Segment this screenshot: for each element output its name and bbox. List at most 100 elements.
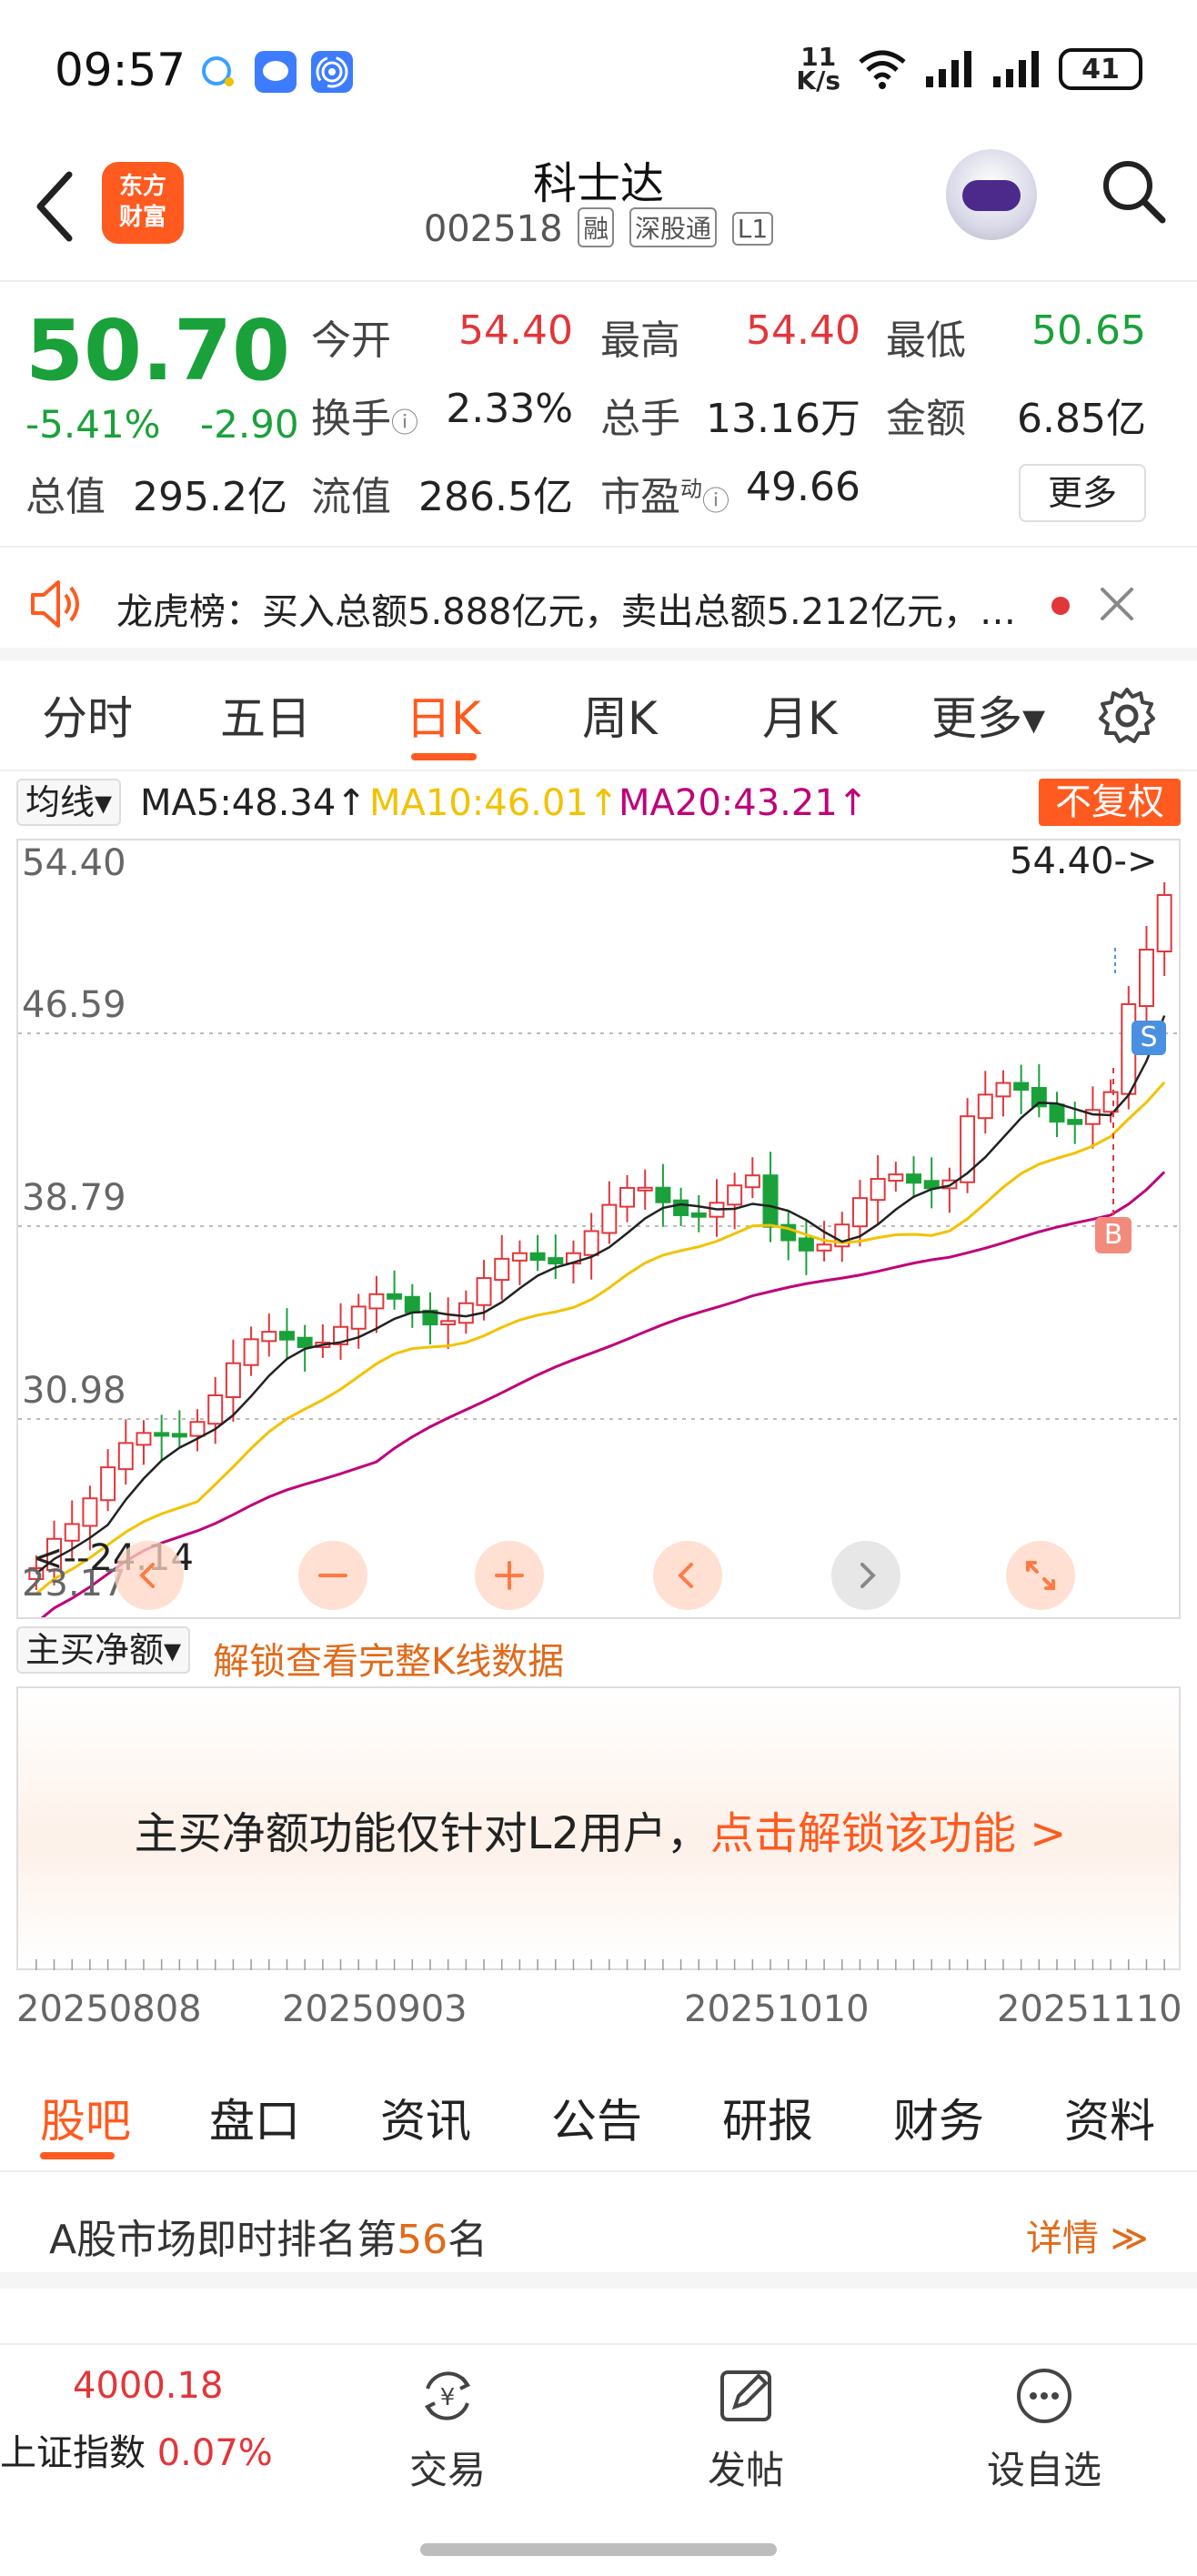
candle-body [1138, 949, 1154, 1007]
assistant-avatar[interactable] [946, 149, 1037, 240]
unlock-kline-link[interactable]: 解锁查看完整K线数据 [213, 1632, 564, 1685]
home-indicator[interactable] [420, 2543, 777, 2556]
tab-intraday[interactable]: 分时 [42, 682, 133, 748]
candle-body [243, 1338, 259, 1366]
y-label-top: 54.40 [22, 842, 126, 884]
price-change: -5.41% -2.90 [25, 402, 327, 447]
stock-code: 002518 [423, 208, 563, 250]
candle-body [458, 1302, 474, 1324]
tab-daily-k[interactable]: 日K [406, 682, 481, 748]
signal-icon [926, 51, 971, 87]
fullscreen-button[interactable] [1006, 1541, 1075, 1610]
candle-body [870, 1178, 886, 1202]
candle-body [387, 1293, 403, 1300]
tab-orderbook[interactable]: 盘口 [209, 2085, 300, 2150]
high-price-marker: 54.40-> [1010, 840, 1158, 882]
tab-financials[interactable]: 财务 [893, 2085, 984, 2150]
kline-chart[interactable]: 54.40 46.59 38.79 30.98 23.17 54.40-> <-… [16, 839, 1181, 1619]
candle-body [350, 1305, 367, 1330]
chat-app-icon [198, 51, 240, 93]
y-label-3: 38.79 [22, 1177, 126, 1219]
zoom-out-button[interactable] [298, 1541, 367, 1610]
price-adjust-button[interactable]: 不复权 [1039, 779, 1181, 826]
candle-body [100, 1466, 116, 1502]
yuan-exchange-icon: ¥ [424, 2371, 471, 2420]
candle-body [1156, 894, 1172, 952]
tab-announcements[interactable]: 公告 [551, 2085, 642, 2150]
candle-body [171, 1433, 187, 1438]
buy-marker[interactable]: B [1095, 1217, 1132, 1253]
float-cap-value: 286.5亿 [418, 474, 573, 520]
rank-detail-link[interactable]: 详情 ≫ [1026, 2209, 1149, 2261]
nav-add-watchlist[interactable]: 设自选 [962, 2363, 1126, 2495]
amount-label: 金额 [886, 396, 966, 442]
tab-weekly-k[interactable]: 周K [582, 682, 658, 748]
scroll-left-far-button[interactable] [115, 1541, 184, 1610]
close-icon[interactable] [1095, 582, 1139, 626]
tag-margin: 融 [578, 207, 615, 247]
message-app-icon [255, 51, 297, 93]
nav-trade[interactable]: ¥ 交易 [366, 2363, 529, 2495]
battery-icon: 41 [1059, 48, 1142, 90]
market-cap-label: 总值 [25, 474, 106, 520]
stock-header: 东方 财富 科士达 002518 融 深股通 L1 [0, 136, 1197, 282]
search-icon[interactable] [1097, 155, 1170, 227]
candle-body [548, 1257, 564, 1265]
tab-research[interactable]: 研报 [722, 2085, 813, 2150]
high-label: 最高 [600, 317, 680, 364]
candle-body [494, 1257, 510, 1282]
market-rank-row[interactable]: A股市场即时排名第56名 详情 ≫ [0, 2174, 1197, 2289]
more-quote-button[interactable]: 更多 [1019, 464, 1146, 522]
nav-post[interactable]: 发帖 [664, 2363, 828, 2495]
y-label-4: 30.98 [22, 1370, 126, 1412]
candle-body [154, 1432, 170, 1437]
market-cap-value: 295.2亿 [133, 474, 287, 520]
pe-label: 市盈动ⓘ [600, 474, 729, 520]
candle-body [690, 1212, 707, 1218]
candle-body [1067, 1119, 1083, 1125]
scroll-right-button[interactable] [831, 1541, 900, 1610]
scroll-left-button[interactable] [653, 1541, 722, 1610]
speaker-icon [31, 580, 79, 628]
candle-body [798, 1237, 814, 1252]
period-tabs: 分时 五日 日K 周K 月K 更多▾ [0, 662, 1197, 771]
edit-post-icon [720, 2370, 771, 2421]
volume-value: 13.16万 [706, 396, 860, 442]
tab-more[interactable]: 更多▾ [931, 682, 1045, 748]
change-percent: -5.41% [25, 402, 161, 447]
candle-body [82, 1497, 98, 1527]
date-label: 20250808 [16, 1988, 202, 2030]
volume-label: 总手 [600, 396, 680, 442]
bottom-nav: 4000.18 上证指数 0.07% ¥ 交易 发帖 设自选 [0, 2343, 1197, 2576]
tab-profile[interactable]: 资料 [1064, 2085, 1155, 2150]
main-buy-select[interactable]: 主买净额▾ [16, 1626, 191, 1674]
candle-body [404, 1295, 420, 1313]
tab-guba[interactable]: 股吧 [40, 2085, 131, 2150]
unlock-feature-link[interactable]: 点击解锁该功能 > [710, 1808, 1066, 1859]
main-buy-panel: 主买净额功能仅针对L2用户，点击解锁该功能 > [16, 1686, 1181, 1970]
dragon-tiger-banner[interactable]: 龙虎榜：买入总额5.888亿元，卖出总额5.212亿元，… [0, 549, 1197, 660]
status-time: 09:57 [55, 44, 186, 96]
status-indicators: 11 K/s 41 [796, 42, 1142, 96]
tab-news[interactable]: 资讯 [380, 2085, 471, 2150]
network-speed: 11 K/s [796, 42, 840, 96]
zoom-in-button[interactable] [475, 1541, 544, 1610]
candle-body [619, 1186, 636, 1208]
gear-icon[interactable] [1097, 686, 1157, 746]
candle-body [440, 1320, 457, 1326]
date-label: 20251010 [684, 1988, 870, 2030]
content-tabs: 股吧 盘口 资讯 公告 研报 财务 资料 [0, 2059, 1197, 2172]
index-value: 4000.18 [73, 2365, 224, 2407]
sell-marker[interactable]: S [1132, 1021, 1166, 1055]
banner-text: 龙虎榜：买入总额5.888亿元，卖出总额5.212亿元，… [116, 591, 1017, 633]
candle-body [727, 1184, 743, 1206]
tab-five-day[interactable]: 五日 [220, 682, 311, 748]
main-buy-message: 主买净额功能仅针对L2用户，点击解锁该功能 > [134, 1808, 1067, 1859]
candle-body [673, 1199, 689, 1216]
candle-body [977, 1093, 993, 1120]
tab-monthly-k[interactable]: 月K [762, 682, 838, 748]
candle-body [278, 1331, 295, 1341]
y-label-2: 46.59 [22, 984, 126, 1026]
ma-select[interactable]: 均线▾ [16, 779, 122, 826]
candle-body [207, 1394, 224, 1425]
